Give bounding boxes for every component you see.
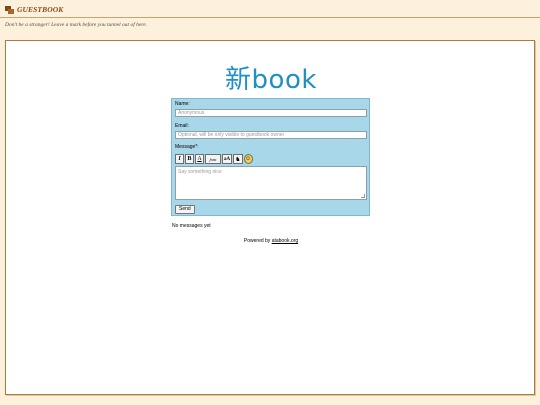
- name-label: Name:: [175, 101, 190, 107]
- guestbook-subtitle: Don't be a stranger! Leave a mark before…: [5, 22, 148, 28]
- message-textarea[interactable]: Say something nice: [175, 166, 367, 200]
- underline-button[interactable]: A: [195, 154, 204, 164]
- message-placeholder: Say something nice: [178, 169, 222, 175]
- send-button[interactable]: Send: [175, 205, 195, 214]
- atabook-link[interactable]: atabook.org: [272, 238, 298, 244]
- chat-bubbles-icon: [5, 5, 14, 14]
- no-messages-text: No messages yet: [172, 223, 211, 229]
- guestbook-title: GUESTBOOK: [5, 5, 63, 14]
- powered-by-prefix: Powered by: [243, 238, 272, 244]
- email-label: Email:: [175, 123, 189, 129]
- powered-by: Powered by atabook.org: [6, 238, 536, 244]
- guestbook-title-label: GUESTBOOK: [17, 5, 64, 14]
- format-toolbar: I B A font aA ♞ ☺: [175, 154, 253, 164]
- email-input[interactable]: Optional, will be only visible to guestb…: [175, 131, 367, 139]
- image-button[interactable]: ♞: [233, 154, 243, 164]
- guestbook-form: Name: Anonymous Email: Optional, will be…: [171, 98, 370, 216]
- guestbook-logo: 新book: [225, 65, 317, 95]
- guestbook-frame: 新book Name: Anonymous Email: Optional, w…: [5, 40, 535, 395]
- name-input[interactable]: Anonymous: [175, 109, 367, 117]
- bold-button[interactable]: B: [185, 154, 194, 164]
- font-size-button[interactable]: aA: [222, 154, 233, 164]
- italic-button[interactable]: I: [175, 154, 184, 164]
- resize-grip-icon[interactable]: [361, 194, 365, 198]
- font-button[interactable]: font: [205, 154, 221, 164]
- smiley-button[interactable]: ☺: [243, 154, 253, 164]
- message-label: Message*:: [175, 144, 199, 150]
- header-bar: GUESTBOOK: [0, 0, 540, 18]
